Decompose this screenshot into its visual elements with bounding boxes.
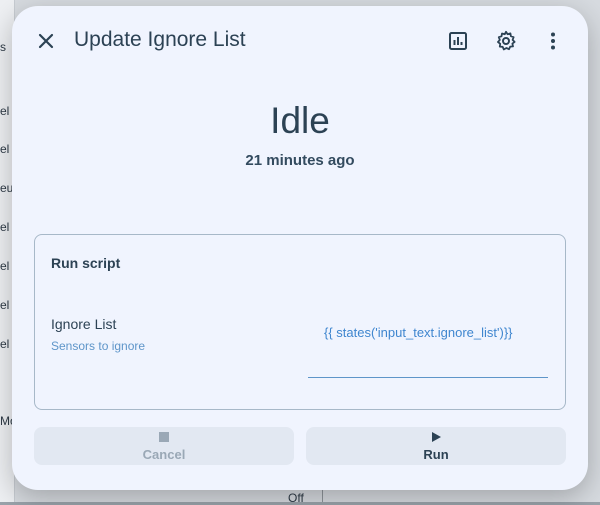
stop-icon [159, 431, 169, 442]
run-script-card: Run script Ignore List Sensors to ignore… [34, 234, 566, 410]
history-chart-icon [449, 32, 467, 50]
history-button[interactable] [440, 23, 476, 59]
background-divider [322, 488, 323, 502]
play-icon [432, 431, 441, 442]
background-item: el [0, 142, 10, 156]
more-info-dialog: Update Ignore List Idle 21 minutes ago R… [12, 6, 588, 490]
last-changed: 21 minutes ago [245, 152, 355, 169]
background-off-label: Off [288, 491, 304, 505]
entity-state: Idle [270, 100, 330, 141]
close-button[interactable] [28, 23, 64, 59]
field-description: Sensors to ignore [51, 339, 146, 353]
gear-icon [497, 30, 516, 51]
background-item: el [0, 259, 10, 273]
run-label: Run [423, 446, 449, 462]
background-item: s [0, 40, 6, 54]
cancel-button[interactable]: Cancel [34, 427, 294, 465]
card-title: Run script [51, 255, 121, 271]
dialog-title: Update Ignore List [74, 28, 246, 51]
dots-vertical-icon [551, 32, 555, 50]
background-item: el [0, 298, 10, 312]
close-icon [38, 33, 54, 49]
field-label: Ignore List [51, 316, 117, 332]
ignore-list-value: {{ states('input_text.ignore_list')}} [324, 325, 513, 340]
background-item: el [0, 220, 10, 234]
cancel-label: Cancel [142, 446, 186, 462]
background-item: el [0, 337, 10, 351]
run-button[interactable]: Run [306, 427, 566, 465]
settings-button[interactable] [488, 23, 524, 59]
dialog-header: Update Ignore List [12, 6, 588, 78]
background-item: el [0, 104, 10, 118]
menu-button[interactable] [535, 23, 571, 59]
ignore-list-input[interactable]: {{ states('input_text.ignore_list')}} [308, 315, 548, 378]
